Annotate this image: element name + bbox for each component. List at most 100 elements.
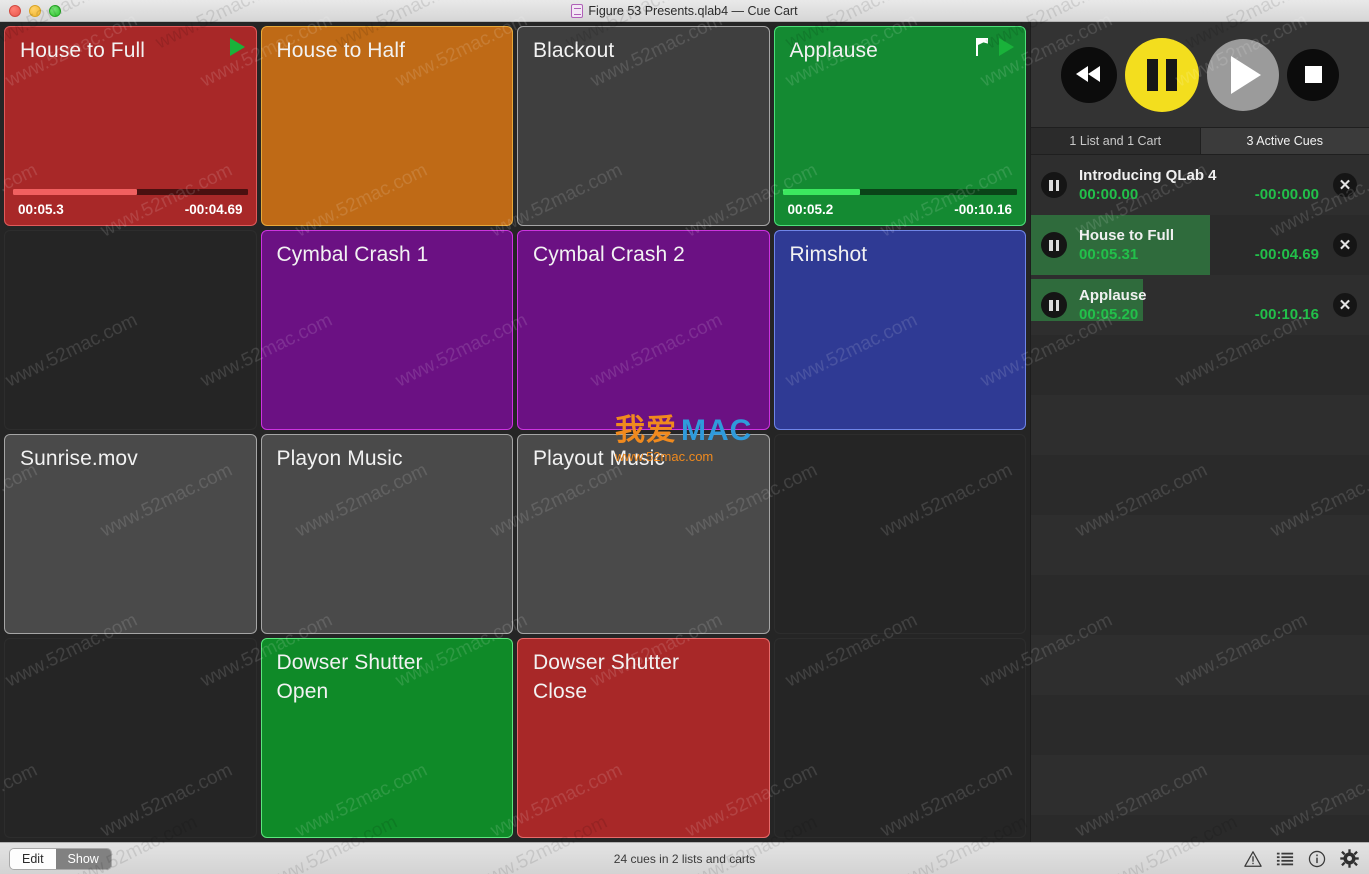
active-cue-elapsed: 00:05.20 [1079,305,1139,323]
pause-icon [1049,299,1053,311]
active-cue-time-row: 00:05.20 -00:10.16 [1079,306,1333,323]
active-cue-pause-button[interactable] [1041,292,1067,318]
active-cue-close-button[interactable]: ✕ [1333,233,1357,257]
active-cue-info: Introducing QLab 4 00:00.00 -00:00.00 [1067,167,1333,203]
info-icon[interactable] [1308,850,1326,868]
active-cue-empty-row [1031,635,1369,695]
transport-controls [1031,22,1369,127]
cue-title: Dowser Shutter Close [533,651,680,703]
cue-cell[interactable]: Dowser Shutter Open [260,638,513,838]
cue-cell[interactable]: Dowser Shutter Close [517,638,770,838]
active-cue-row[interactable]: Introducing QLab 4 00:00.00 -00:00.00 ✕ [1031,155,1369,215]
list-icon[interactable] [1276,850,1294,868]
active-cue-pause-button[interactable] [1041,232,1067,258]
tab-lists-and-carts[interactable]: 1 List and 1 Cart [1031,128,1200,154]
active-cue-row[interactable]: Applause 00:05.20 -00:10.16 ✕ [1031,275,1369,335]
status-bar: Edit Show 24 cues in 2 lists and carts [0,842,1369,874]
play-button[interactable] [1207,38,1279,111]
tab-active-cues[interactable]: 3 Active Cues [1199,128,1369,154]
cue-cell[interactable]: Applause 00:05.2 -00:10.16 [773,26,1026,226]
active-cues-list: Introducing QLab 4 00:00.00 -00:00.00 ✕ Hous… [1031,155,1369,842]
active-cue-empty-row [1031,755,1369,815]
pause-button[interactable] [1125,37,1199,112]
show-mode-button[interactable]: Show [55,848,111,869]
cue-cell-empty[interactable] [773,434,1026,634]
active-cue-close-button[interactable]: ✕ [1333,293,1357,317]
zoom-button[interactable] [49,4,61,17]
cue-time-row: 00:05.2 -00:10.16 [788,202,1013,217]
window-titlebar: Figure 53 Presents.qlab4 — Cue Cart [0,0,1369,22]
active-cue-empty-row [1031,335,1369,395]
sidebar-tabs: 1 List and 1 Cart 3 Active Cues [1031,127,1369,155]
warning-icon[interactable] [1244,850,1262,868]
active-cue-remaining: -00:00.00 [1254,185,1319,203]
close-icon: ✕ [1338,176,1352,194]
active-cue-empty-row [1031,515,1369,575]
cue-progress-fill [13,189,138,195]
pause-icon [1055,299,1059,311]
cue-cell-empty[interactable] [4,638,257,838]
active-cue-close-button[interactable]: ✕ [1333,173,1357,197]
cue-elapsed-time: 00:05.3 [18,202,64,217]
play-icon [1231,55,1261,94]
cue-elapsed-time: 00:05.2 [787,202,834,217]
active-cue-info: House to Full 00:05.31 -00:04.69 [1067,227,1333,263]
window-controls [0,4,61,17]
qlab-cue-cart-window: Figure 53 Presents.qlab4 — Cue Cart Hous… [0,0,1369,874]
document-icon [571,3,584,18]
pause-icon [1147,58,1177,91]
cue-cart-grid: House to Full 00:05.3 -00:04.69 House to Ha… [0,22,1030,842]
stop-icon [1304,66,1322,83]
cue-title: Playout Music [533,447,666,470]
main-content: House to Full 00:05.3 -00:04.69 House to Ha… [0,22,1369,842]
cue-title: Cymbal Crash 2 [533,243,685,266]
cue-count-label: 24 cues in 2 lists and carts [613,851,756,866]
minimize-button[interactable] [29,4,41,17]
cue-title: Dowser Shutter Open [276,651,423,703]
active-cue-elapsed: 00:00.00 [1079,185,1139,203]
cue-remaining-time: -00:04.69 [184,202,243,217]
cue-title: Playon Music [276,447,403,470]
active-cue-time-row: 00:05.31 -00:04.69 [1079,246,1333,263]
cue-cell[interactable]: Sunrise.mov [4,434,257,634]
gear-icon[interactable] [1340,849,1359,868]
pause-icon [1049,179,1053,191]
cue-cell[interactable]: Cymbal Crash 2 [517,230,770,430]
pause-icon [1049,239,1053,251]
cue-cell[interactable]: House to Half [260,26,513,226]
active-cue-remaining: -00:04.69 [1254,245,1319,263]
cue-title: Sunrise.mov [20,447,138,470]
cue-cell[interactable]: Playon Music [260,434,513,634]
active-cue-empty-row [1031,575,1369,635]
cue-cell-empty[interactable] [773,638,1026,838]
mode-toggle: Edit Show [10,848,111,869]
cue-cell[interactable]: Cymbal Crash 1 [260,230,513,430]
cue-cell[interactable]: Rimshot [773,230,1026,430]
cue-cell[interactable]: House to Full 00:05.3 -00:04.69 [4,26,257,226]
cue-status-icons [229,38,245,56]
stop-button[interactable] [1287,48,1339,101]
status-bar-icons [1244,849,1359,868]
window-title-group: Figure 53 Presents.qlab4 — Cue Cart [0,0,1369,21]
cue-cell-empty[interactable] [4,230,257,430]
cue-title: Rimshot [789,243,868,266]
active-cue-name: Introducing QLab 4 [1079,167,1217,185]
active-cue-pause-button[interactable] [1041,172,1067,198]
cue-cell[interactable]: Blackout [517,26,770,226]
rewind-icon [1076,66,1102,83]
pause-icon [1055,179,1059,191]
active-cue-empty-row [1031,815,1369,842]
active-cue-time-row: 00:00.00 -00:00.00 [1079,186,1333,203]
close-icon: ✕ [1338,296,1352,314]
close-button[interactable] [9,4,21,17]
edit-mode-button[interactable]: Edit [10,848,56,869]
sidebar: 1 List and 1 Cart 3 Active Cues Introduc… [1030,22,1369,842]
cue-time-row: 00:05.3 -00:04.69 [18,202,243,217]
active-cue-name: House to Full [1079,227,1174,245]
active-cue-row[interactable]: House to Full 00:05.31 -00:04.69 ✕ [1031,215,1369,275]
cue-title: Cymbal Crash 1 [276,243,429,266]
rewind-button[interactable] [1061,46,1117,103]
active-cue-remaining: -00:10.16 [1254,305,1319,323]
active-cue-name: Applause [1079,287,1147,305]
cue-cell[interactable]: Playout Music [517,434,770,634]
